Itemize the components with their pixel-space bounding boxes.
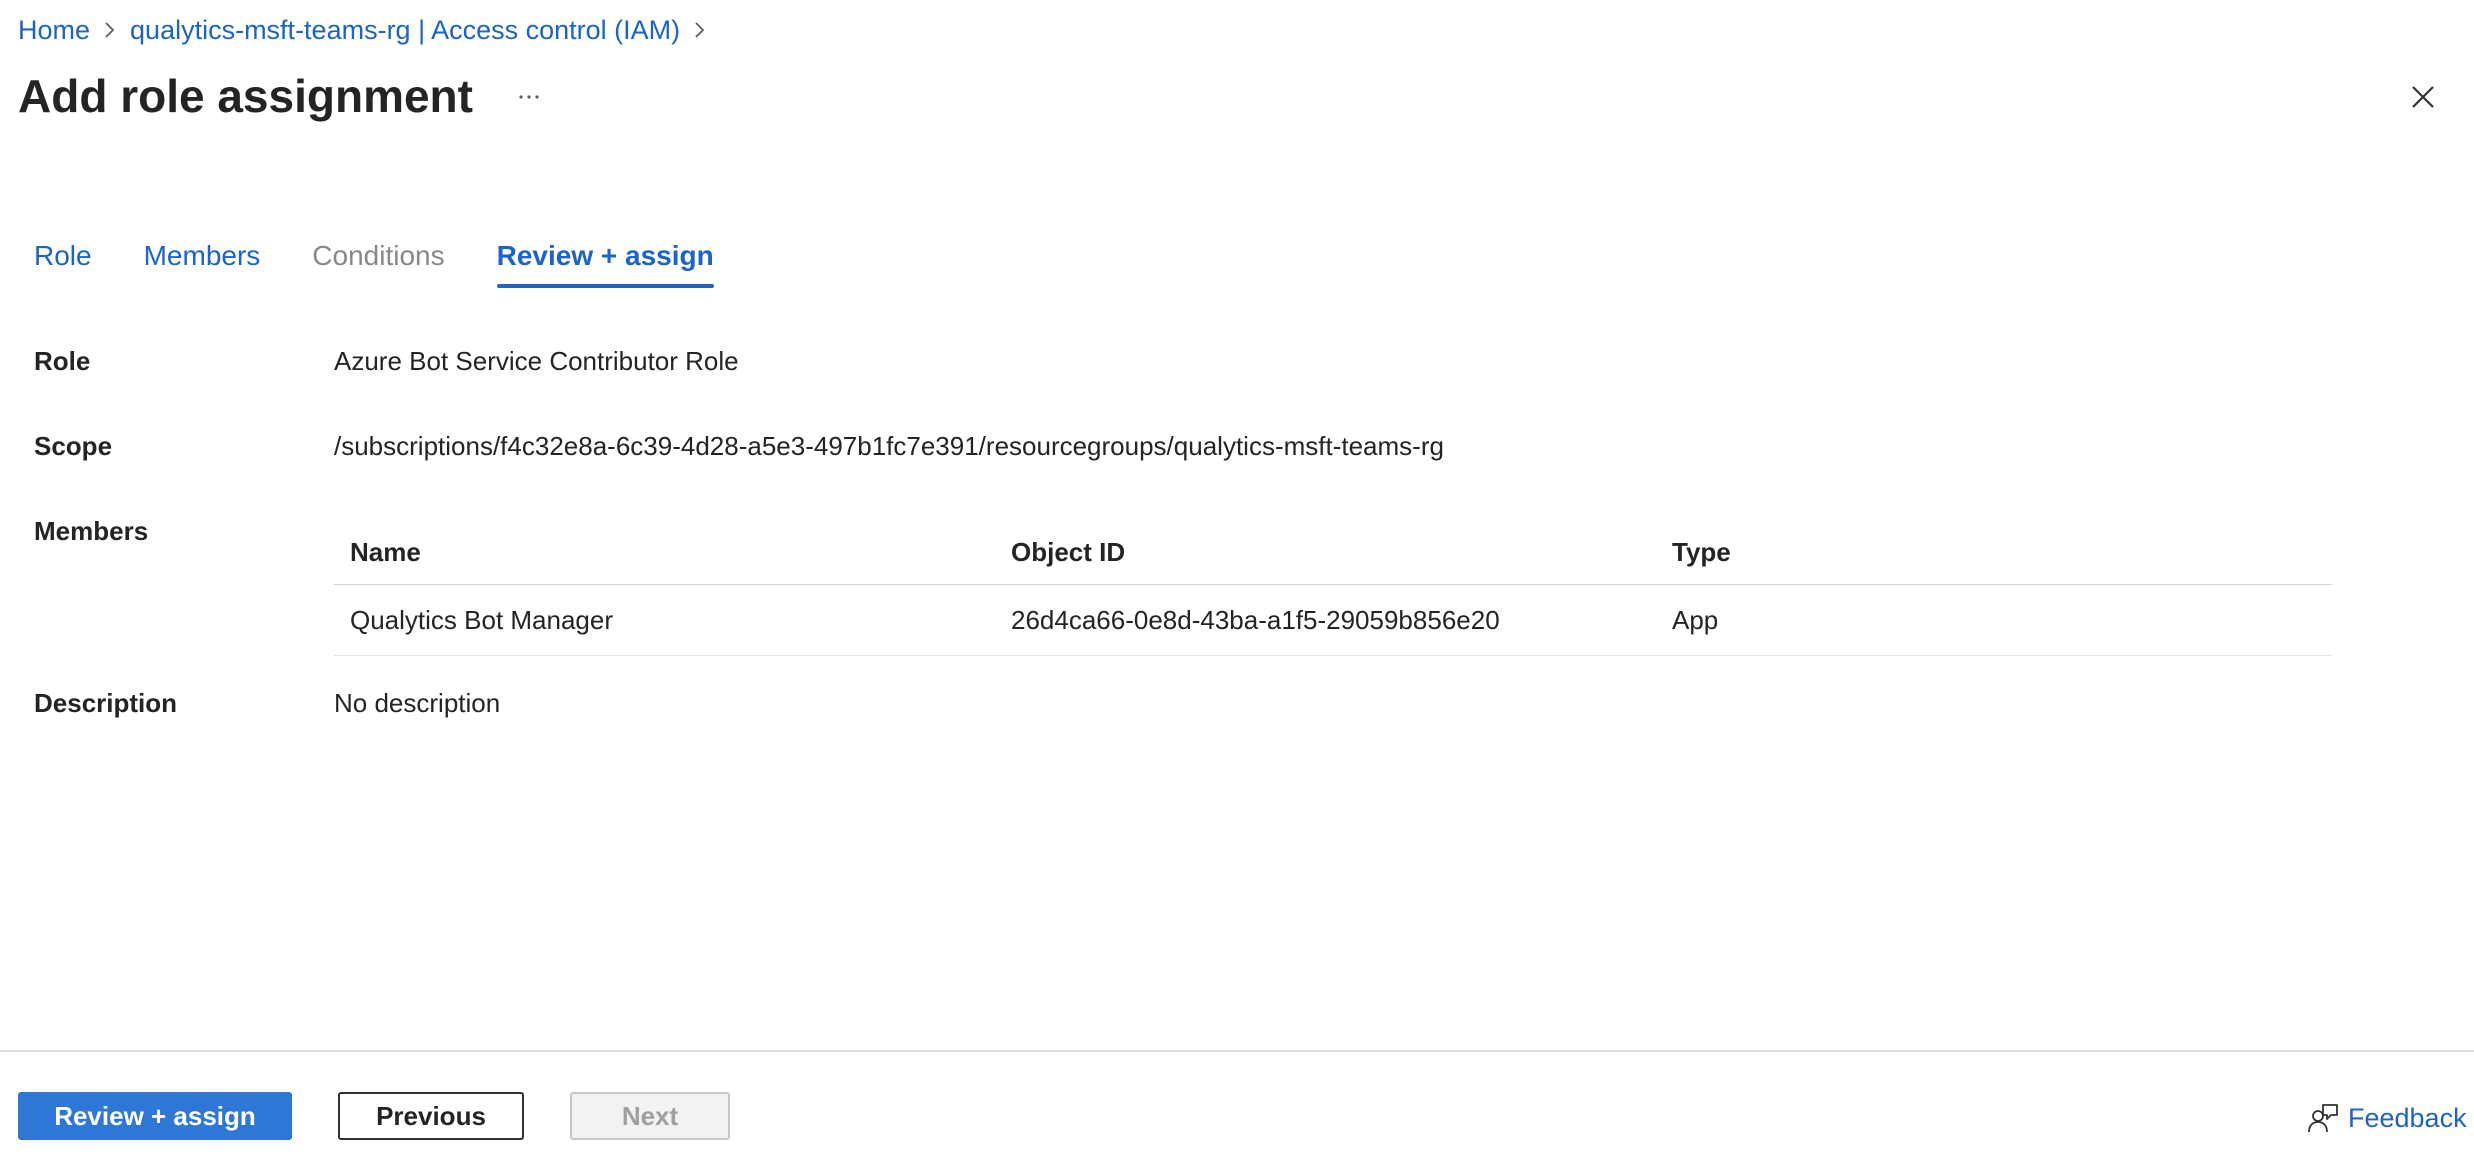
- feedback-label: Feedback: [2348, 1102, 2467, 1133]
- column-header-object-id: Object ID: [1011, 536, 1126, 567]
- description-label: Description: [34, 688, 178, 718]
- role-value: Azure Bot Service Contributor Role: [334, 346, 739, 376]
- page-title: Add role assignment: [18, 70, 473, 122]
- members-table: Name Object ID Type Qualytics Bot Manage…: [334, 520, 2332, 656]
- breadcrumb: Home qualytics-msft-teams-rg | Access co…: [18, 12, 720, 48]
- breadcrumb-resource-group-link[interactable]: qualytics-msft-teams-rg | Access control…: [130, 15, 680, 46]
- chevron-right-icon: [90, 20, 130, 40]
- breadcrumb-home-link[interactable]: Home: [18, 15, 90, 46]
- close-button[interactable]: [2404, 78, 2442, 116]
- feedback-link[interactable]: Feedback: [2306, 1098, 2467, 1138]
- description-value: No description: [334, 688, 501, 718]
- column-header-type: Type: [1672, 536, 1731, 567]
- tab-members[interactable]: Members: [144, 236, 261, 288]
- member-type: App: [1672, 604, 1719, 635]
- scope-value: /subscriptions/f4c32e8a-6c39-4d28-a5e3-4…: [334, 431, 1444, 461]
- tab-role[interactable]: Role: [34, 236, 92, 288]
- previous-button[interactable]: Previous: [338, 1092, 524, 1140]
- member-name: Qualytics Bot Manager: [350, 604, 614, 635]
- members-label: Members: [34, 516, 149, 546]
- column-header-name: Name: [350, 536, 421, 567]
- feedback-icon: [2308, 1104, 2338, 1133]
- more-options-button[interactable]: [510, 78, 548, 116]
- close-icon: [2412, 86, 2434, 108]
- scope-label: Scope: [34, 431, 113, 461]
- role-label: Role: [34, 346, 91, 376]
- wizard-tabs: Role Members Conditions Review + assign: [34, 236, 714, 292]
- footer-divider: [0, 1050, 2474, 1052]
- ellipsis-icon: [519, 95, 539, 99]
- member-object-id: 26d4ca66-0e8d-43ba-a1f5-29059b856e20: [1011, 604, 1500, 635]
- table-header: Name Object ID Type: [334, 520, 2332, 585]
- tab-review-assign[interactable]: Review + assign: [496, 236, 714, 288]
- tab-conditions: Conditions: [312, 240, 445, 271]
- review-assign-button[interactable]: Review + assign: [18, 1092, 292, 1140]
- chevron-right-icon: [680, 20, 720, 40]
- table-row: Qualytics Bot Manager 26d4ca66-0e8d-43ba…: [334, 585, 2332, 656]
- next-button: Next: [570, 1092, 730, 1140]
